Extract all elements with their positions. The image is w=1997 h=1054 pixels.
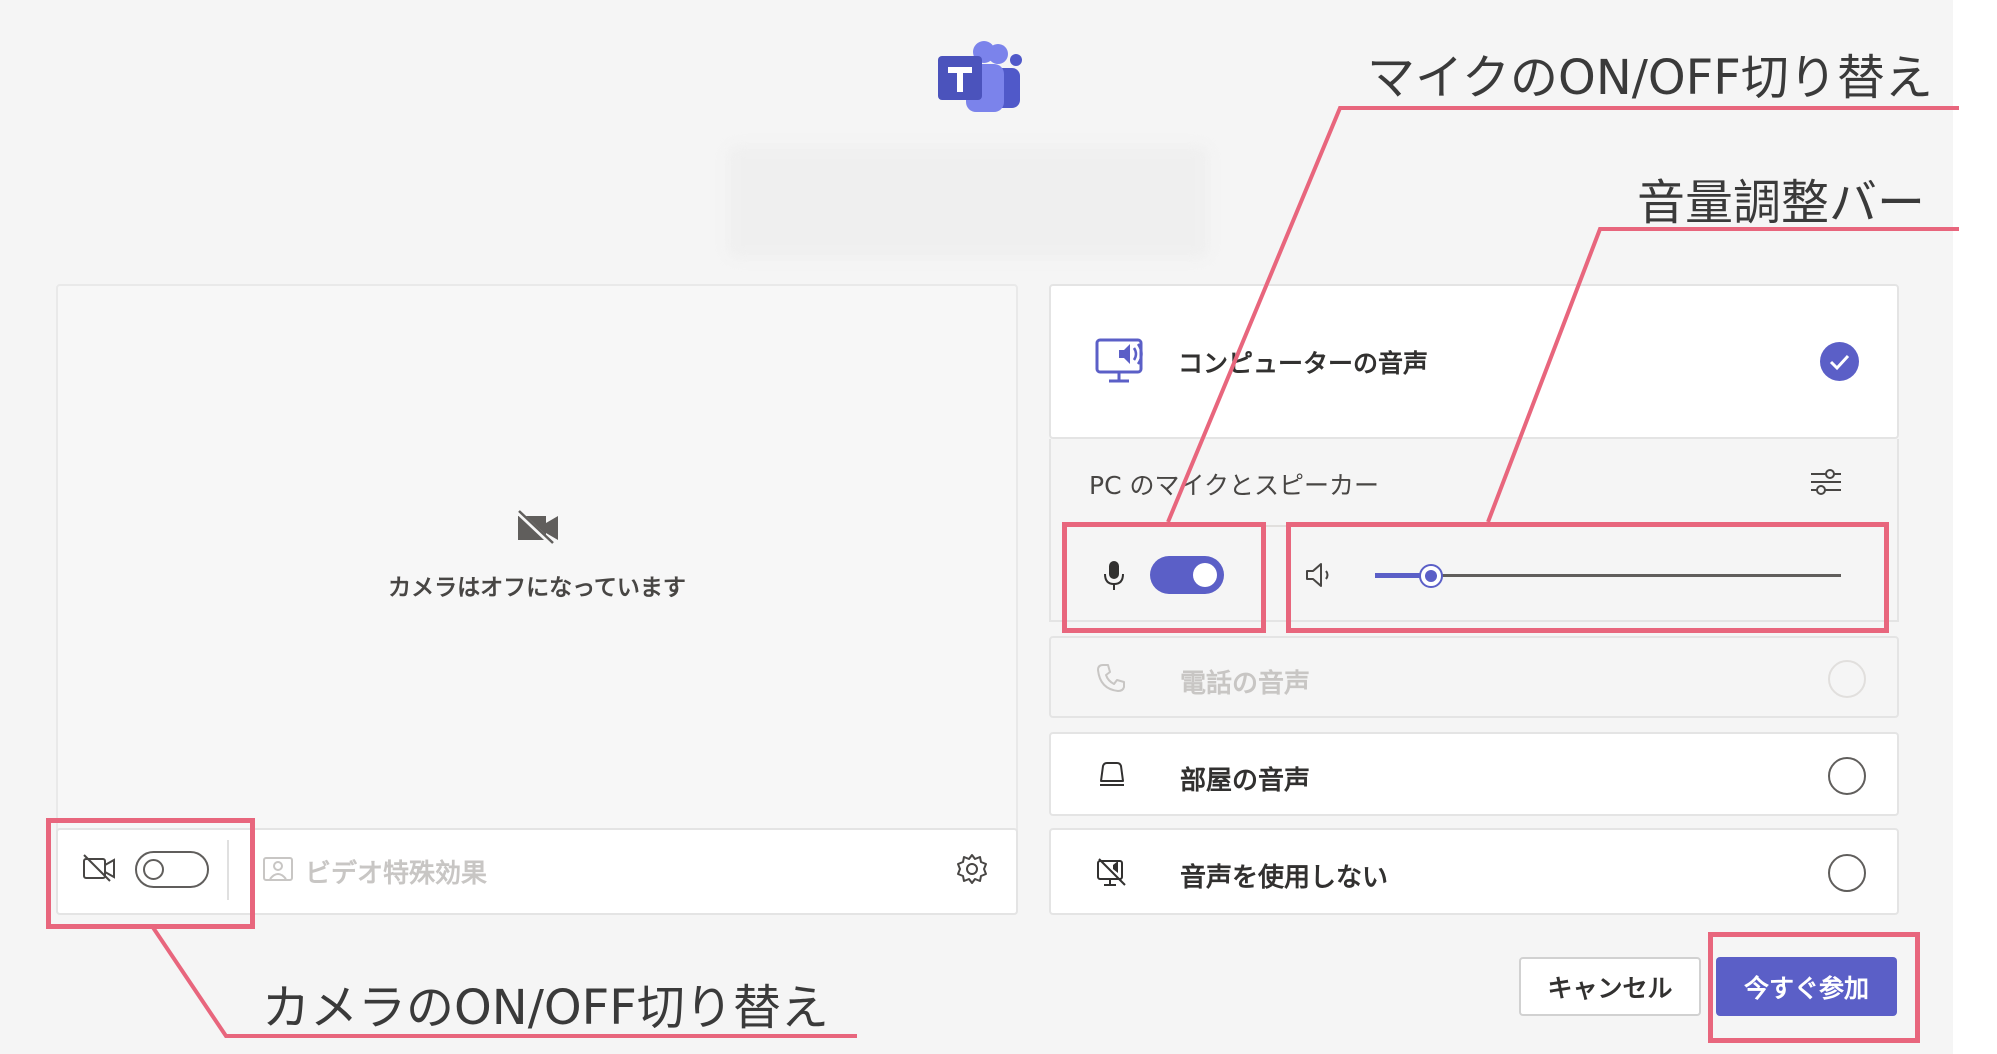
camera-toggle-callout [46, 818, 255, 929]
no-audio-label: 音声を使用しない [1180, 863, 1389, 893]
meeting-title-blurred [728, 146, 1208, 258]
no-audio-radio[interactable] [1828, 854, 1866, 892]
room-audio-icon [1100, 762, 1124, 786]
computer-audio-option[interactable] [1049, 284, 1899, 439]
phone-audio-radio [1828, 660, 1866, 698]
volume-bar-callout [1286, 522, 1889, 633]
camera-off-message: カメラはオフになっています [388, 575, 686, 601]
room-audio-radio[interactable] [1828, 757, 1866, 795]
camera-toggle-annotation: カメラのON/OFF切り替え [262, 980, 829, 1036]
selected-check-icon [1820, 342, 1859, 381]
device-settings-icon[interactable] [1808, 465, 1844, 499]
no-audio-icon [1097, 858, 1126, 886]
computer-audio-icon [1095, 338, 1143, 383]
room-audio-label: 部屋の音声 [1180, 766, 1311, 796]
mic-toggle-callout [1062, 522, 1266, 633]
volume-bar-annotation: 音量調整バー [1637, 175, 1926, 231]
camera-off-icon [516, 510, 558, 546]
room-audio-option[interactable] [1049, 732, 1899, 816]
device-label: PC のマイクとスピーカー [1089, 471, 1379, 500]
computer-audio-label: コンピューターの音声 [1178, 349, 1429, 378]
phone-audio-option [1049, 636, 1899, 718]
phone-icon [1097, 664, 1125, 692]
join-button-callout [1708, 932, 1920, 1043]
background-effects-icon [263, 857, 293, 881]
teams-logo-icon [938, 41, 1022, 112]
phone-audio-label: 電話の音声 [1180, 669, 1311, 699]
video-effects-button[interactable]: ビデオ特殊効果 [305, 853, 487, 890]
mic-toggle-annotation: マイクのON/OFF切り替え [1367, 50, 1933, 106]
cancel-button[interactable]: キャンセル [1519, 957, 1701, 1016]
no-audio-option[interactable] [1049, 828, 1899, 915]
gear-icon[interactable] [955, 852, 989, 886]
